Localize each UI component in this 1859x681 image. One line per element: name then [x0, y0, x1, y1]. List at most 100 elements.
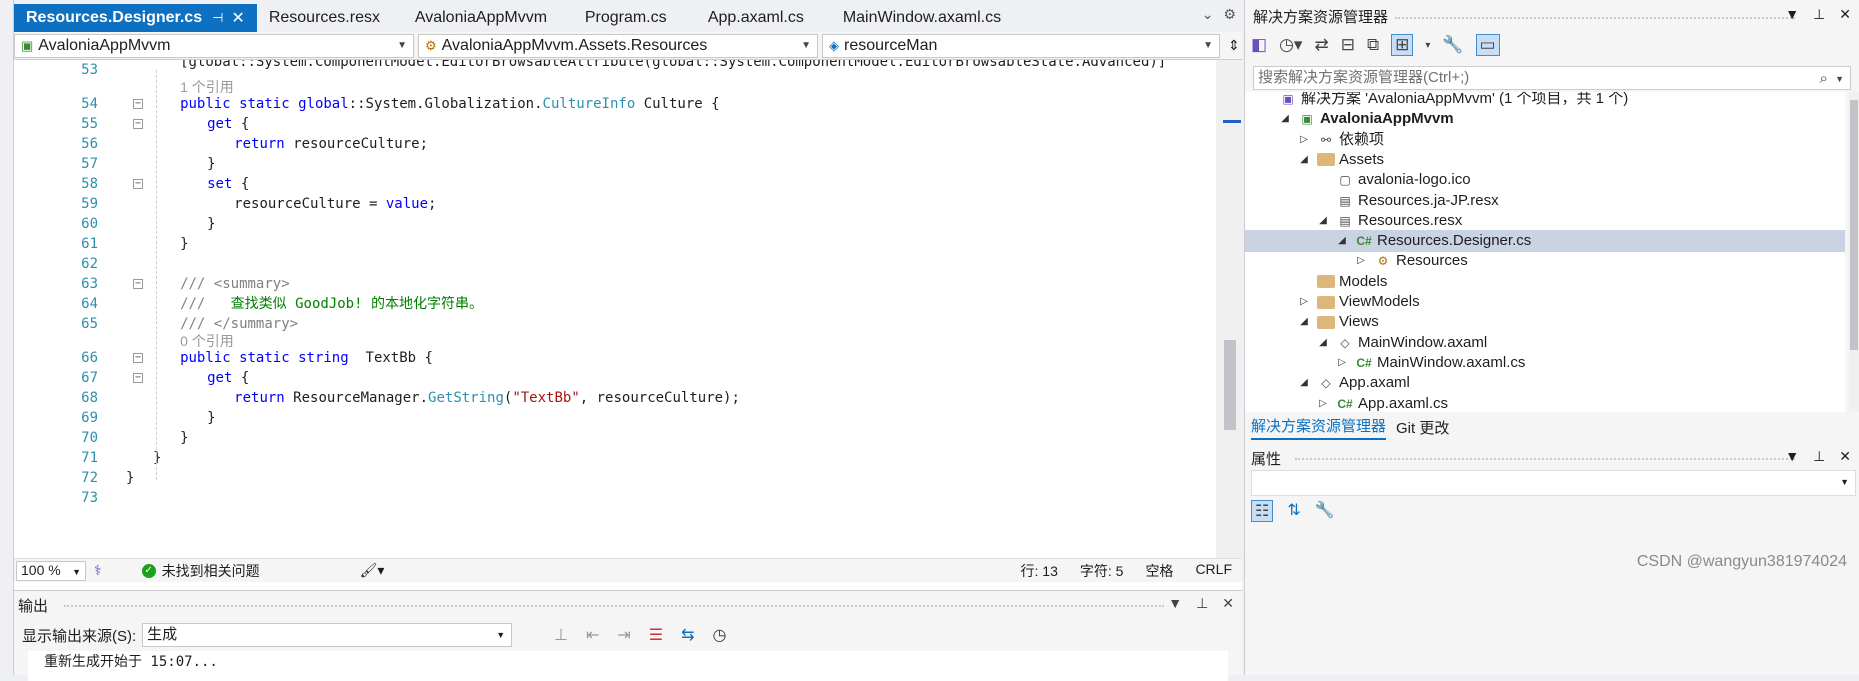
tab-program[interactable]: Program.cs	[573, 4, 696, 32]
tree-item[interactable]: ▷ C# App.axaml.cs	[1316, 393, 1448, 413]
clock-icon[interactable]: ◷	[713, 625, 727, 645]
scrollbar-thumb[interactable]	[1224, 340, 1236, 430]
vs-switch-views-icon[interactable]: ◧	[1251, 35, 1267, 55]
collapse-icon[interactable]: −	[133, 99, 143, 109]
search-icon[interactable]: ⌕	[1820, 68, 1828, 90]
tree-item[interactable]: ◢ ◇ App.axaml	[1297, 372, 1410, 394]
tree-item[interactable]: ▷ C# MainWindow.axaml.cs	[1335, 352, 1525, 374]
collapse-arrow-icon[interactable]: ◢	[1316, 332, 1330, 354]
code-area[interactable]: 53 [global::System.ComponentModel.EditorB…	[14, 60, 1214, 558]
tree-item[interactable]: Models	[1297, 271, 1387, 293]
scrollbar-thumb[interactable]	[1850, 100, 1858, 350]
preview-selected-icon[interactable]: ⊞	[1391, 34, 1414, 56]
tab-resources-designer[interactable]: Resources.Designer.cs ⊣ ✕	[14, 4, 257, 32]
expand-arrow-icon[interactable]: ▷	[1354, 250, 1368, 272]
solution-explorer-search-input[interactable]: 搜索解决方案资源管理器(Ctrl+;) ⌕ ▼	[1253, 66, 1851, 90]
tree-item[interactable]: ◢ ▣ AvaloniaAppMvvm	[1278, 108, 1454, 130]
word-wrap-icon[interactable]: ⇆	[681, 625, 694, 645]
chevron-down-icon[interactable]: ▾	[1425, 40, 1430, 51]
tab-app-axaml-cs[interactable]: App.axaml.cs	[696, 4, 831, 32]
line-number[interactable]: 行: 13	[1021, 561, 1058, 581]
health-icon[interactable]: ⚕	[94, 562, 102, 579]
collapse-icon[interactable]: −	[133, 353, 143, 363]
tab-list-dropdown-icon[interactable]: ⌄	[1202, 6, 1214, 23]
expand-arrow-icon[interactable]: ▷	[1316, 393, 1330, 413]
tree-item[interactable]: ◢ Assets	[1297, 149, 1384, 171]
output-source-label: 显示输出来源(S):	[22, 627, 137, 645]
type-selector[interactable]: ⚙ AvaloniaAppMvvm.Assets.Resources ▼	[418, 33, 818, 58]
pin-icon[interactable]: ⊥	[1813, 6, 1825, 23]
chevron-down-icon[interactable]: ▼	[1835, 68, 1844, 90]
chevron-down-icon[interactable]: ▼	[1168, 595, 1182, 612]
collapse-arrow-icon[interactable]: ◢	[1297, 149, 1311, 171]
collapse-arrow-icon[interactable]: ◢	[1316, 210, 1330, 232]
properties-object-selector[interactable]: ▼	[1251, 470, 1856, 496]
preview-pane-icon[interactable]: ▭	[1475, 34, 1500, 56]
collapse-arrow-icon[interactable]: ◢	[1297, 372, 1311, 394]
expand-arrow-icon[interactable]: ▷	[1297, 129, 1311, 151]
sync-icon[interactable]: ⇄	[1314, 35, 1328, 55]
tree-item[interactable]: ▷ ViewModels	[1297, 291, 1419, 313]
next-message-icon[interactable]: ⇥	[617, 625, 630, 645]
line-ending[interactable]: CRLF	[1195, 561, 1232, 581]
tree-item[interactable]: ▣ 解决方案 'AvaloniaAppMvvm' (1 个项目，共 1 个)	[1259, 92, 1628, 110]
split-editor-icon[interactable]: ⇕	[1228, 37, 1240, 54]
output-source-dropdown[interactable]: 生成 ▼	[142, 623, 513, 647]
code-text: public static global::System.Globalizati…	[180, 94, 719, 114]
pin-icon[interactable]: ⊣	[212, 10, 223, 26]
tree-item[interactable]: ▷ ⚯ 依赖项	[1297, 129, 1384, 151]
gear-icon[interactable]: ⚙	[1223, 6, 1236, 23]
show-all-files-icon[interactable]: ⧉	[1367, 35, 1379, 55]
tree-item[interactable]: ◢ ▤ Resources.resx	[1316, 210, 1462, 232]
code-text: }	[207, 214, 215, 234]
collapse-all-icon[interactable]: ⊟	[1341, 35, 1355, 55]
tree-item[interactable]: ◢ ◇ MainWindow.axaml	[1316, 332, 1487, 354]
line-number: 63	[81, 276, 98, 292]
member-selector[interactable]: ◈ resourceMan ▼	[822, 33, 1220, 58]
categorized-icon[interactable]: ☷	[1251, 500, 1274, 522]
close-icon[interactable]: ✕	[1839, 6, 1851, 23]
previous-message-icon[interactable]: ⇤	[586, 625, 599, 645]
collapse-icon[interactable]: −	[133, 119, 143, 129]
properties-wrench-icon[interactable]: 🔧	[1442, 35, 1463, 55]
collapse-arrow-icon[interactable]: ◢	[1335, 230, 1349, 252]
tree-item[interactable]: ▢ avalonia-logo.ico	[1316, 169, 1470, 191]
alphabetical-icon[interactable]: ⇅	[1287, 500, 1300, 522]
tree-item[interactable]: ▤ Resources.ja-JP.resx	[1316, 190, 1498, 212]
close-icon[interactable]: ✕	[1222, 595, 1234, 612]
find-message-icon[interactable]: ⊥	[554, 625, 568, 645]
expand-arrow-icon[interactable]: ▷	[1297, 291, 1311, 313]
pin-icon[interactable]: ⊥	[1813, 448, 1825, 465]
close-icon[interactable]: ✕	[1839, 448, 1851, 465]
indent-mode[interactable]: 空格	[1145, 561, 1173, 581]
collapse-icon[interactable]: −	[133, 373, 143, 383]
tree-item[interactable]: ▷ ⚙ Resources	[1354, 250, 1468, 272]
tab-resources-resx[interactable]: Resources.resx	[257, 4, 403, 32]
project-selector[interactable]: ▣ AvaloniaAppMvvm ▼	[14, 33, 414, 58]
expand-arrow-icon[interactable]: ▷	[1335, 352, 1349, 374]
collapse-arrow-icon[interactable]: ◢	[1278, 108, 1292, 130]
chevron-down-icon[interactable]: ▼	[1785, 448, 1799, 465]
collapse-arrow-icon[interactable]: ◢	[1297, 311, 1311, 333]
tab-git-changes[interactable]: Git 更改	[1396, 417, 1449, 438]
editor-vertical-scrollbar[interactable]	[1216, 60, 1242, 558]
issues-indicator[interactable]: ✓ 未找到相关问题	[141, 561, 260, 581]
tab-solution-explorer[interactable]: 解决方案资源管理器	[1251, 415, 1387, 440]
collapse-icon[interactable]: −	[133, 179, 143, 189]
history-icon[interactable]: ◷▾	[1279, 35, 1302, 55]
output-toolbar: ⊥ ⇤ ⇥ ☰ ⇆ ◷	[554, 625, 726, 645]
clear-all-icon[interactable]: ☰	[649, 625, 663, 645]
tab-mainwindow-axaml-cs[interactable]: MainWindow.axaml.cs	[831, 4, 1031, 32]
column-number[interactable]: 字符: 5	[1080, 561, 1124, 581]
collapse-icon[interactable]: −	[133, 279, 143, 289]
tab-label: Program.cs	[584, 9, 667, 26]
close-icon[interactable]: ✕	[231, 8, 244, 28]
property-pages-icon[interactable]: 🔧	[1315, 500, 1335, 522]
chevron-down-icon[interactable]: ▼	[1785, 6, 1799, 23]
tab-avaloniaappmvvm[interactable]: AvaloniaAppMvvm	[403, 4, 573, 32]
tree-item[interactable]: ◢ Views	[1297, 311, 1379, 333]
pin-icon[interactable]: ⊥	[1196, 595, 1208, 612]
tree-item[interactable]: ◢ C# Resources.Designer.cs	[1245, 230, 1845, 253]
brush-icon[interactable]: 🖌▾	[360, 562, 385, 579]
zoom-level-selector[interactable]: 100 % ▼	[16, 560, 86, 581]
